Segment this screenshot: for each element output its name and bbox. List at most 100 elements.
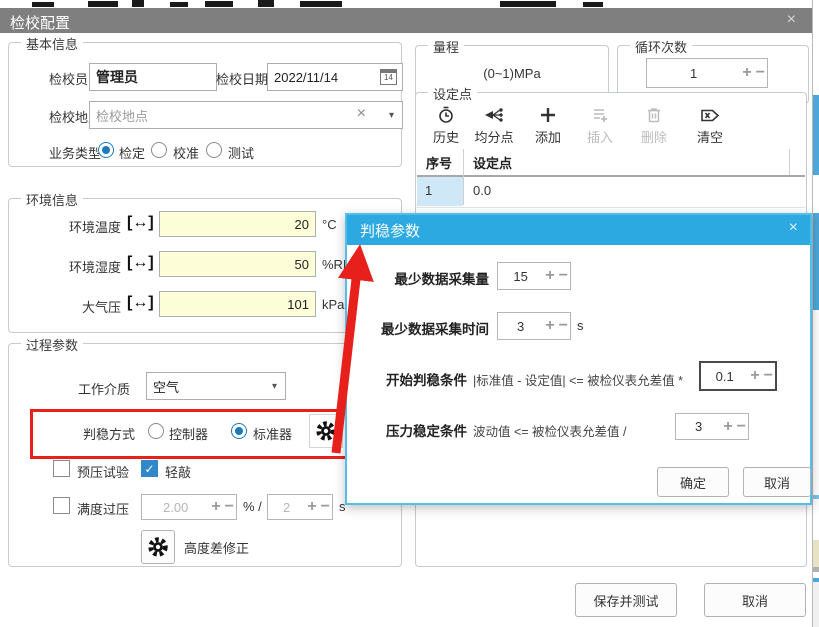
decrement-icon[interactable]: − bbox=[557, 318, 570, 334]
range-adjust-icon[interactable]: [↔] bbox=[127, 254, 154, 272]
increment-icon[interactable]: + bbox=[305, 499, 318, 515]
radio-controller[interactable] bbox=[148, 423, 164, 439]
add-button[interactable]: 添加 bbox=[520, 105, 576, 146]
row-index-cell[interactable]: 1 bbox=[417, 177, 463, 206]
footer-cancel-button[interactable]: 取消 bbox=[704, 583, 806, 617]
chevron-down-icon[interactable]: ▾ bbox=[389, 110, 394, 121]
inspector-value: 管理员 bbox=[96, 67, 138, 87]
range-adjust-icon[interactable]: [↔] bbox=[127, 214, 154, 232]
footer-cancel-label: 取消 bbox=[742, 591, 768, 610]
column-divider bbox=[789, 149, 790, 175]
increment-icon[interactable]: + bbox=[748, 368, 761, 384]
date-field[interactable]: 2022/11/14 14 bbox=[267, 63, 403, 91]
table-row[interactable]: 1 0.0 bbox=[417, 177, 805, 208]
col-header-index[interactable]: 序号 bbox=[426, 153, 452, 172]
temperature-value: 20 bbox=[295, 217, 309, 232]
radio-calibration-label[interactable]: 校准 bbox=[173, 143, 199, 162]
radio-verification-label[interactable]: 检定 bbox=[119, 143, 145, 162]
increment-icon[interactable]: + bbox=[543, 268, 556, 284]
preload-checkbox[interactable] bbox=[53, 460, 70, 477]
radio-verification[interactable] bbox=[98, 142, 114, 158]
pressure-condition-spinner[interactable]: 3 + − bbox=[675, 413, 749, 440]
window-close-icon[interactable]: × bbox=[787, 11, 796, 29]
decrement-icon[interactable]: − bbox=[754, 65, 767, 81]
medium-value: 空气 bbox=[153, 377, 179, 396]
calibration-config-window: 检校配置 × 基本信息 检校员 管理员 检校日期 2022/11/14 14 检… bbox=[0, 0, 819, 627]
chevron-down-icon[interactable]: ▾ bbox=[272, 381, 277, 392]
background-window-fragment bbox=[258, 0, 274, 7]
decrement-icon[interactable]: − bbox=[223, 499, 236, 515]
dialog-close-icon[interactable]: × bbox=[789, 219, 798, 237]
range-legend: 量程 bbox=[428, 37, 464, 56]
dialog-title: 判稳参数 bbox=[360, 220, 420, 241]
overpressure-seconds-spinner[interactable]: 2 + − bbox=[267, 494, 333, 520]
background-window-fragment bbox=[170, 2, 188, 7]
decrement-icon[interactable]: − bbox=[735, 419, 748, 435]
history-icon bbox=[437, 106, 455, 124]
radio-standard[interactable] bbox=[231, 423, 247, 439]
decrement-icon[interactable]: − bbox=[557, 268, 570, 284]
pressure-value: 101 bbox=[287, 297, 309, 312]
decrement-icon[interactable]: − bbox=[319, 499, 332, 515]
pressure-input[interactable]: 101 bbox=[159, 291, 316, 317]
add-label: 添加 bbox=[520, 127, 576, 146]
stability-parameters-dialog: 判稳参数 × 最少数据采集量 15 + − 最少数据采集时间 3 + − s 开… bbox=[345, 213, 812, 505]
location-placeholder: 检校地点 bbox=[96, 106, 148, 125]
min-time-spinner[interactable]: 3 + − bbox=[497, 312, 571, 340]
increment-icon[interactable]: + bbox=[721, 419, 734, 435]
equal-points-button[interactable]: 均分点 bbox=[466, 105, 522, 146]
dialog-cancel-label: 取消 bbox=[764, 473, 790, 492]
row-setpoint-value: 0.0 bbox=[473, 183, 491, 198]
window-titlebar: 检校配置 × bbox=[0, 8, 812, 33]
background-window-fragment bbox=[132, 0, 144, 7]
overpressure-checkbox[interactable] bbox=[53, 497, 70, 514]
insert-button[interactable]: 插入 bbox=[572, 105, 628, 146]
basic-info-groupbox: 基本信息 检校员 管理员 检校日期 2022/11/14 14 检校地点 检校地… bbox=[8, 42, 402, 167]
dialog-cancel-button[interactable]: 取消 bbox=[743, 467, 811, 497]
delete-button[interactable]: 删除 bbox=[626, 105, 682, 146]
humidity-input[interactable]: 50 bbox=[159, 251, 316, 277]
clear-button[interactable]: 清空 bbox=[682, 105, 738, 146]
pressure-label: 大气压 bbox=[25, 297, 121, 316]
clear-all-icon bbox=[700, 107, 720, 124]
temperature-unit: °C bbox=[322, 217, 337, 232]
calendar-icon[interactable]: 14 bbox=[380, 69, 397, 85]
stability-settings-button[interactable] bbox=[309, 414, 343, 448]
clear-icon[interactable]: × bbox=[357, 105, 366, 123]
radio-test[interactable] bbox=[206, 142, 222, 158]
radio-controller-label[interactable]: 控制器 bbox=[169, 424, 208, 443]
start-condition-spinner[interactable]: 0.1 + − bbox=[699, 361, 777, 391]
save-and-test-button[interactable]: 保存并测试 bbox=[575, 583, 677, 617]
increment-icon[interactable]: + bbox=[209, 499, 222, 515]
tap-checkbox[interactable]: ✓ bbox=[141, 460, 158, 477]
height-correction-button[interactable] bbox=[141, 530, 175, 564]
col-header-setpoint[interactable]: 设定点 bbox=[473, 153, 512, 172]
range-adjust-icon[interactable]: [↔] bbox=[127, 294, 154, 312]
overpressure-label[interactable]: 满度过压 bbox=[77, 499, 129, 518]
temperature-input[interactable]: 20 bbox=[159, 211, 316, 237]
radio-calibration[interactable] bbox=[151, 142, 167, 158]
increment-icon[interactable]: + bbox=[740, 65, 753, 81]
delete-label: 删除 bbox=[626, 127, 682, 146]
tap-label[interactable]: 轻敲 bbox=[165, 462, 191, 481]
inspector-field[interactable]: 管理员 bbox=[89, 63, 217, 91]
gear-icon bbox=[147, 536, 169, 558]
decrement-icon[interactable]: − bbox=[762, 368, 775, 384]
cycles-spinner[interactable]: 1 + − bbox=[646, 58, 768, 88]
medium-label: 工作介质 bbox=[78, 379, 130, 398]
radio-standard-label[interactable]: 标准器 bbox=[253, 424, 292, 443]
min-samples-spinner[interactable]: 15 + − bbox=[497, 262, 571, 290]
preload-label[interactable]: 预压试验 bbox=[77, 462, 129, 481]
dialog-ok-button[interactable]: 确定 bbox=[657, 467, 729, 497]
insert-icon bbox=[591, 106, 609, 124]
location-field[interactable]: 检校地点 × ▾ bbox=[89, 101, 403, 129]
increment-icon[interactable]: + bbox=[543, 318, 556, 334]
min-time-value: 3 bbox=[498, 319, 543, 334]
humidity-value: 50 bbox=[295, 257, 309, 272]
radio-test-label[interactable]: 测试 bbox=[228, 143, 254, 162]
inspector-label: 检校员 bbox=[49, 69, 88, 88]
overpressure-percent-spinner[interactable]: 2.00 + − bbox=[141, 494, 237, 520]
environment-groupbox: 环境信息 环境温度 [↔] 20 °C 环境湿度 [↔] 50 %RH 大气压 … bbox=[8, 198, 402, 333]
min-samples-value: 15 bbox=[498, 269, 543, 284]
medium-dropdown[interactable]: 空气 ▾ bbox=[146, 372, 286, 400]
